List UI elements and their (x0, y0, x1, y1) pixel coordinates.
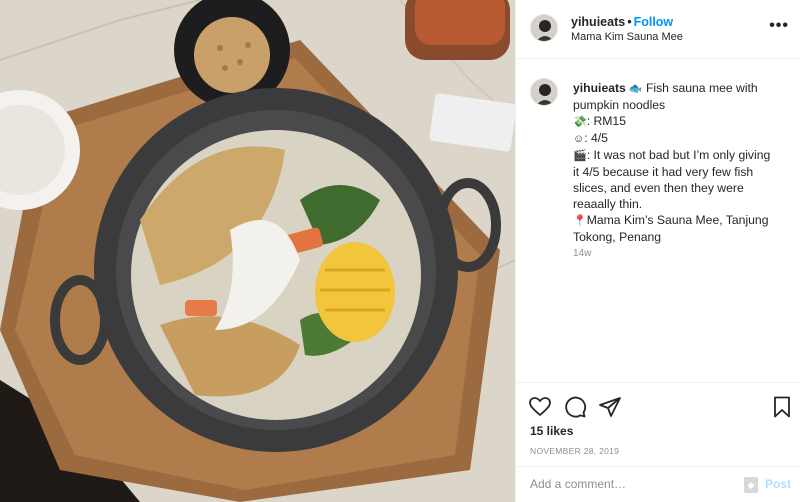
follow-button[interactable]: Follow (634, 15, 674, 29)
fish-emoji-icon: 🐟 (628, 83, 643, 95)
money-emoji-icon: 💸 (573, 116, 587, 128)
more-options-icon[interactable]: ••• (769, 17, 789, 35)
grammar-helper-icon[interactable]: ◆ (744, 477, 758, 493)
food-photo-illustration (0, 0, 515, 502)
caption-line-2: pumpkin noodles (573, 98, 666, 112)
caption-line-9: Mama Kim’s Sauna Mee, Tanjung (586, 213, 769, 227)
time-ago[interactable]: 14w (573, 248, 591, 259)
pin-emoji-icon: 📍 (573, 215, 587, 227)
comments-section: yihuieats 🐟 Fish sauna mee with pumpkin n… (516, 60, 800, 382)
caption-avatar[interactable] (530, 78, 558, 106)
caption-price: : RM15 (586, 114, 626, 128)
clapper-emoji-icon: 🎬 (573, 150, 587, 162)
caption-username[interactable]: yihuieats (573, 81, 626, 95)
caption-line-7: slices, and even then they were (573, 181, 744, 195)
caption-rating: : 4/5 (584, 131, 608, 145)
caption-line-6: it 4/5 because it had very few fish (573, 165, 754, 179)
post-date: NOVEMBER 28, 2019 (530, 446, 620, 456)
heart-icon[interactable] (528, 395, 552, 419)
paper-plane-icon[interactable] (598, 395, 622, 419)
caption-line-1: Fish sauna mee with (645, 81, 758, 95)
username-link[interactable]: yihuieats (571, 15, 625, 29)
bookmark-icon[interactable] (770, 395, 794, 419)
caption-line-8: reaaally thin. (573, 197, 643, 211)
post-caption: yihuieats 🐟 Fish sauna mee with pumpkin n… (573, 80, 791, 245)
action-bar (516, 382, 800, 430)
location-link[interactable]: Mama Kim Sauna Mee (571, 31, 683, 43)
comment-input[interactable] (530, 477, 740, 491)
avatar[interactable] (530, 14, 558, 42)
comment-composer: ◆ Post (516, 466, 800, 502)
separator-dot: • (627, 15, 632, 29)
post-photo[interactable] (0, 0, 515, 502)
caption-line-10: Tokong, Penang (573, 230, 662, 244)
smile-emoji-icon: ☺ (573, 133, 585, 145)
post-side-panel: yihuieats • Follow Mama Kim Sauna Mee ••• … (515, 0, 800, 502)
post-button[interactable]: Post (765, 477, 791, 491)
comment-icon[interactable] (563, 395, 587, 419)
post-header: yihuieats • Follow Mama Kim Sauna Mee ••• (516, 0, 800, 59)
likes-count[interactable]: 15 likes (530, 424, 573, 438)
caption-line-5: : It was not bad but I’m only giving (586, 148, 771, 162)
